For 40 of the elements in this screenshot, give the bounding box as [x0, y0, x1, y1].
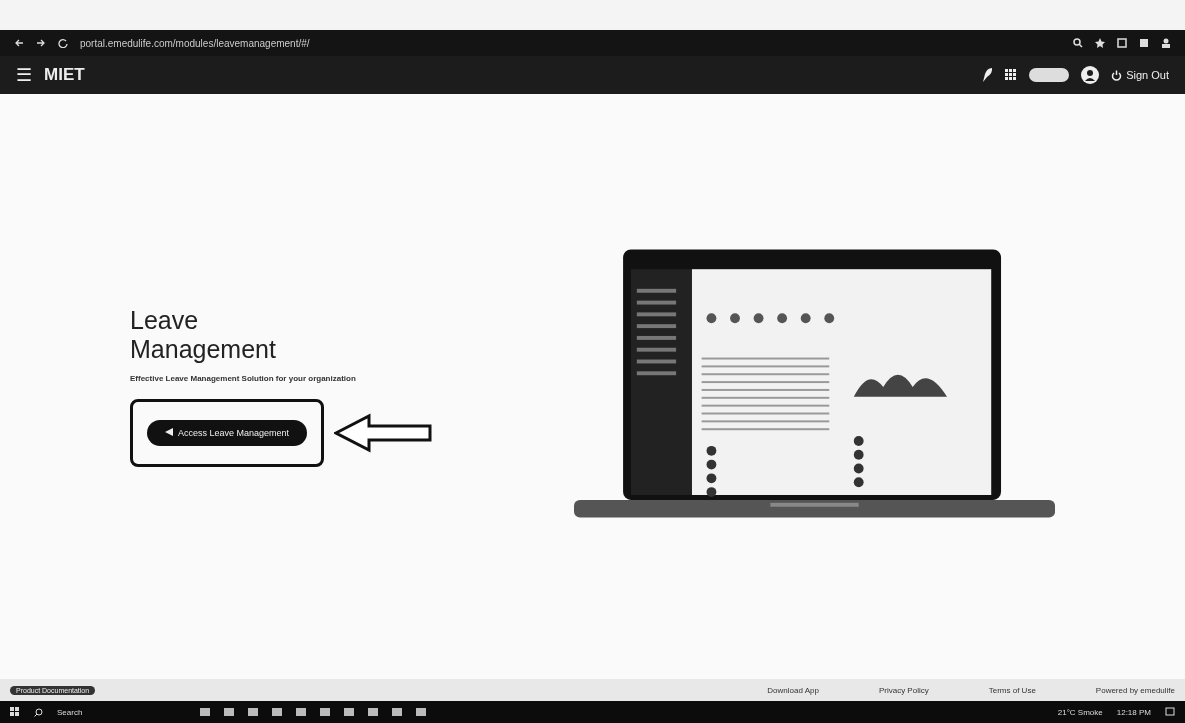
extension-icon[interactable]: [1117, 38, 1127, 48]
arrow-icon: [334, 412, 435, 453]
page-subtitle: Effective Leave Management Solution for your organization: [130, 373, 357, 383]
taskbar-app-icon[interactable]: [344, 708, 355, 716]
taskbar-app-icon[interactable]: [200, 708, 211, 716]
power-icon: [1111, 69, 1123, 81]
download-app-link[interactable]: Download App: [767, 685, 819, 695]
search-icon[interactable]: [34, 707, 43, 717]
taskbar-app-icon[interactable]: [368, 708, 379, 716]
star-icon[interactable]: [1095, 38, 1105, 48]
profile-icon[interactable]: [1161, 38, 1171, 48]
taskbar-app-icon[interactable]: [296, 708, 307, 716]
taskbar-search[interactable]: Search: [57, 707, 83, 717]
taskbar-app-icon[interactable]: [416, 708, 427, 716]
taskbar-app-icon[interactable]: [272, 708, 283, 716]
grid-icon[interactable]: [1005, 69, 1018, 81]
sidebar-icon[interactable]: [1139, 38, 1149, 48]
taskbar-app-icon[interactable]: [224, 708, 235, 716]
address-bar[interactable]: portal.emedulife.com/modules/leavemanagement/#/: [80, 37, 310, 49]
brand-name: MIET: [44, 65, 85, 85]
back-icon[interactable]: [14, 38, 24, 48]
user-icon[interactable]: [1081, 66, 1100, 84]
taskbar-app-icon[interactable]: [392, 708, 403, 716]
menu-button[interactable]: ☰: [16, 64, 32, 86]
windows-icon[interactable]: [10, 707, 20, 717]
clock[interactable]: 12:18 PM: [1116, 707, 1151, 717]
language-toggle[interactable]: [1029, 68, 1070, 82]
footer-link[interactable]: Privacy Policy: [878, 685, 929, 695]
taskbar-app-icon[interactable]: [320, 708, 331, 716]
sign-out-button[interactable]: Sign Out: [1111, 69, 1169, 81]
notification-icon[interactable]: [1165, 707, 1175, 717]
taskbar-app-icon[interactable]: [248, 708, 259, 716]
reload-icon[interactable]: [58, 38, 68, 48]
footer-link[interactable]: Terms of Use: [988, 685, 1036, 695]
page-title: Leave Management: [130, 306, 277, 364]
forward-icon[interactable]: [36, 38, 46, 48]
access-button[interactable]: Access Leave Management: [147, 419, 308, 446]
footer-link[interactable]: Powered by emedulife: [1095, 685, 1175, 695]
search-icon[interactable]: [1073, 38, 1083, 48]
weather-widget[interactable]: 21°C Smoke: [1057, 707, 1103, 717]
